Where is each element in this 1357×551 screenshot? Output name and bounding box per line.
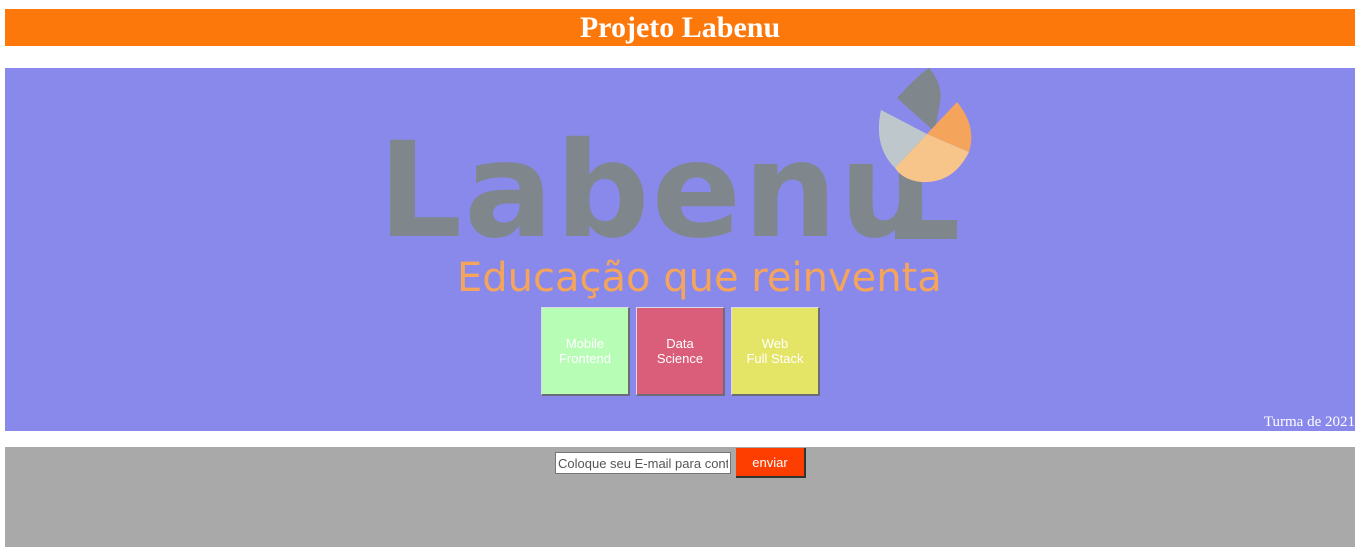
page-header: Projeto Labenu — [5, 9, 1355, 46]
course-card-data-science[interactable]: Data Science — [636, 307, 725, 396]
email-input[interactable] — [555, 452, 731, 474]
logo-flame-icon — [878, 68, 972, 183]
logo-wordmark: Labenu — [378, 114, 936, 268]
page-title: Projeto Labenu — [579, 11, 781, 44]
course-card-line1: Web — [761, 336, 789, 351]
logo-tagline: Educação que reinventa — [457, 255, 942, 301]
class-year-note: Turma de 2021 — [1263, 414, 1355, 430]
course-card-line2: Frontend — [558, 351, 612, 366]
course-card-line2: Science — [656, 351, 704, 366]
course-list: Mobile Frontend Data Science Web Full St… — [541, 307, 820, 396]
contact-form: enviar — [555, 448, 806, 478]
logo-underscore — [895, 220, 957, 239]
hero-banner: Labenu Educação que reinventa Mobile Fro… — [5, 68, 1355, 431]
course-card-line2: Full Stack — [746, 351, 804, 366]
page: Projeto Labenu Labenu Educação que reinv… — [0, 0, 1357, 551]
page-footer: enviar — [5, 447, 1355, 547]
course-card-mobile-frontend[interactable]: Mobile Frontend — [541, 307, 630, 396]
course-card-line1: Mobile — [565, 336, 605, 351]
send-button[interactable]: enviar — [736, 448, 806, 478]
course-card-line1: Data — [666, 336, 694, 351]
course-card-web-full-stack[interactable]: Web Full Stack — [731, 307, 820, 396]
